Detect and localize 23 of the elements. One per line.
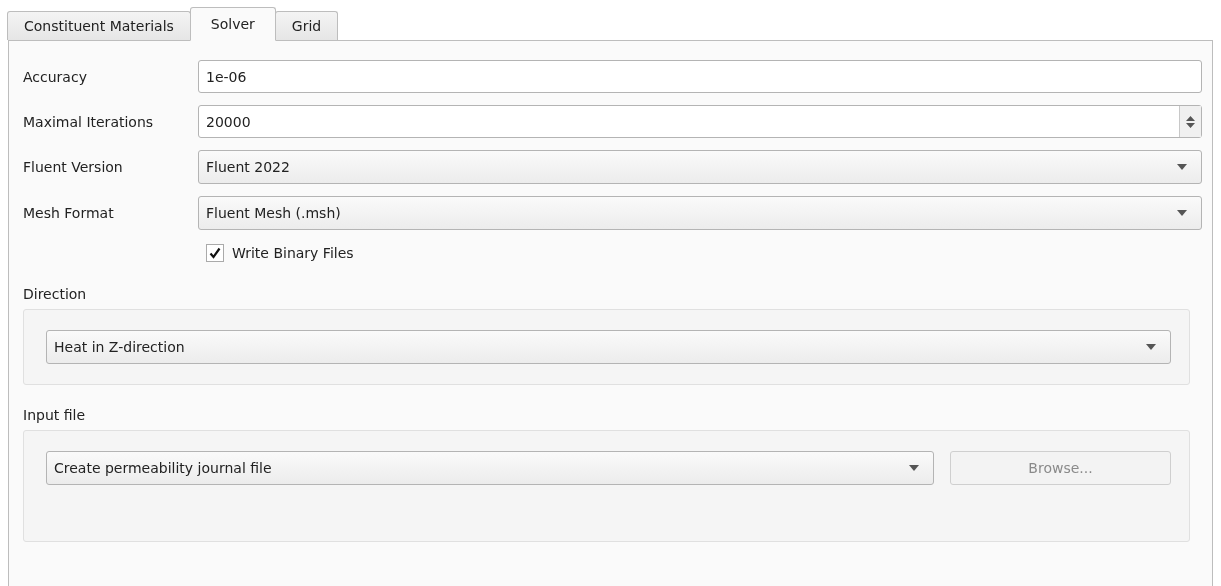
field-label: Maximal Iterations [23, 113, 155, 130]
caret-icon [1146, 344, 1156, 350]
dropdown[interactable]: Fluent 2022 [198, 150, 1202, 184]
caret-icon [909, 465, 919, 471]
dropdown[interactable]: Fluent Mesh (.msh) [198, 196, 1202, 230]
field-label: Mesh Format [23, 205, 115, 221]
spin-arrows-icon[interactable] [1186, 114, 1195, 129]
checkbox-label: Write Binary Files [232, 245, 354, 261]
caret-icon [1177, 164, 1187, 170]
spin-box[interactable]: 20000 [198, 105, 1202, 138]
checkbox[interactable] [206, 244, 224, 262]
tab[interactable]: Grid [274, 11, 339, 40]
section-title: Direction [23, 286, 88, 302]
tab[interactable]: Solver [189, 7, 276, 41]
section-title: Input file [23, 407, 87, 423]
caret-icon [1177, 210, 1187, 216]
field-label: Fluent Version [23, 159, 124, 175]
dropdown[interactable]: Heat in Z-direction [46, 330, 1171, 364]
text-field[interactable]: 1e-06 [198, 60, 1202, 93]
check-icon [209, 247, 221, 259]
field-label: Accuracy [23, 68, 88, 85]
tab[interactable]: Constituent Materials [7, 11, 191, 40]
dropdown[interactable]: Create permeability journal file [46, 451, 934, 485]
